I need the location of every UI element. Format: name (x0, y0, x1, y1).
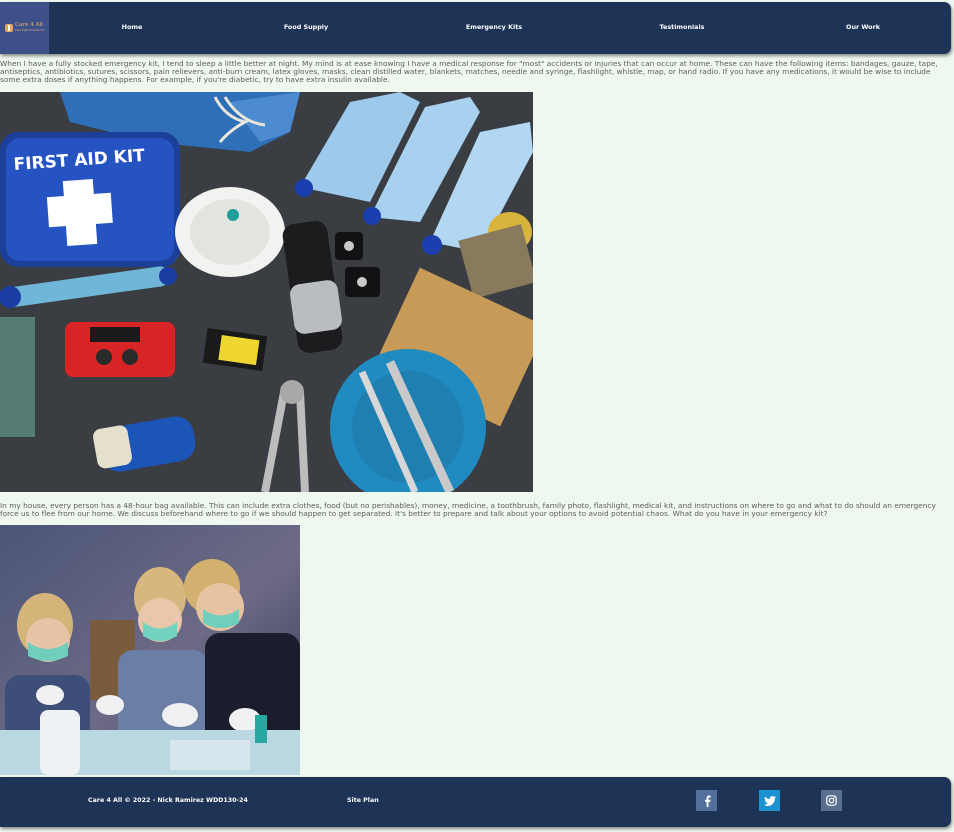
instagram-icon[interactable] (821, 790, 842, 811)
site-plan-link[interactable]: Site Plan (347, 797, 379, 804)
intro-paragraph: When I have a fully stocked emergency ki… (0, 59, 938, 85)
nav-home[interactable]: Home (122, 23, 143, 31)
main-nav: Home Food Supply Emergency Kits Testimon… (49, 2, 951, 54)
emergency-kit-image: FIRST AID KIT (0, 92, 533, 492)
logo-kit-icon (5, 24, 14, 32)
bag-paragraph: In my house, every person has a 48-hour … (0, 501, 936, 519)
logo[interactable]: Care 4 All Care Fight Hospital Kit (0, 2, 49, 54)
nav-emergency-kits[interactable]: Emergency Kits (466, 23, 522, 31)
children-image (0, 525, 300, 775)
children-with-masks-photo (0, 525, 300, 775)
facebook-icon[interactable] (696, 790, 717, 811)
copyright-text: Care 4 All © 2022 - Nick Ramirez WDD130-… (88, 797, 248, 804)
nav-our-work[interactable]: Our Work (846, 23, 880, 31)
twitter-glyph (763, 795, 776, 806)
facebook-glyph (704, 795, 711, 807)
site-footer: Care 4 All © 2022 - Nick Ramirez WDD130-… (0, 777, 951, 827)
nav-food-supply[interactable]: Food Supply (284, 23, 328, 31)
first-aid-kit-photo: FIRST AID KIT (0, 92, 533, 492)
logo-subtitle: Care Fight Hospital Kit (15, 28, 44, 32)
instagram-glyph (826, 795, 837, 806)
site-header: Care 4 All Care Fight Hospital Kit Home … (0, 2, 951, 54)
nav-testimonials[interactable]: Testimonials (660, 23, 705, 31)
twitter-icon[interactable] (759, 790, 780, 811)
